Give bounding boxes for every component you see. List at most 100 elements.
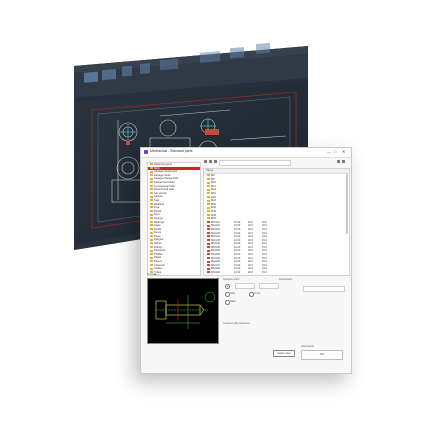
part-icon	[207, 249, 210, 252]
parameter-field[interactable]	[303, 286, 345, 292]
part-icon	[207, 264, 210, 267]
list-item-name: M10	[211, 181, 216, 185]
list-item-name: M10x20	[211, 227, 220, 231]
folder-icon	[207, 206, 210, 209]
tree-item-label: Angles	[154, 267, 162, 271]
top-value-field[interactable]	[235, 283, 255, 289]
list-item-name: M30	[211, 202, 216, 206]
list-item-name: M10x16	[211, 224, 220, 228]
list-item-name: M14	[211, 188, 216, 192]
list-item-name: M10x55	[211, 253, 220, 257]
folder-icon	[207, 217, 210, 220]
folder-icon	[207, 174, 210, 177]
part-icon	[207, 231, 210, 234]
part-icon	[207, 228, 210, 231]
tree-item-label: Nuts	[154, 198, 160, 202]
insertion-point-label: Insertion point	[223, 278, 240, 281]
list-item-value: 10.00	[234, 271, 241, 275]
tree-item-label: Valves	[154, 242, 162, 246]
folder-icon	[150, 235, 153, 238]
folder-icon	[150, 267, 153, 270]
category-tree[interactable]: Fastening parts Bolts Hexagon head bolts He…	[147, 162, 201, 276]
maximize-button[interactable]: □	[334, 149, 336, 154]
list-item-value: 20.0	[248, 271, 253, 275]
list-item-name: M10x40	[211, 242, 220, 246]
list-item-name: M10x70	[211, 263, 220, 267]
view-list-icon[interactable]	[337, 160, 340, 163]
list-item-name: M10x65	[211, 260, 220, 264]
folder-icon	[150, 260, 153, 263]
tree-item-label: Pins	[154, 206, 160, 210]
tree-item-label: Plates	[154, 256, 162, 260]
folder-icon	[150, 184, 153, 187]
back-icon[interactable]	[204, 160, 207, 163]
folder-icon	[150, 163, 153, 166]
list-item-name: M10x25	[211, 231, 220, 235]
folder-icon	[150, 181, 153, 184]
standard-parts-dialog: Mechanical - Standard parts — □ ✕ Fasten…	[140, 147, 352, 374]
folder-icon	[150, 174, 153, 177]
part-icon	[207, 221, 210, 224]
list-item-name: M10x90	[211, 271, 220, 275]
folder-icon	[207, 210, 210, 213]
list-item-name: M12	[211, 184, 216, 188]
insert-more-button[interactable]: Insert more	[273, 350, 295, 357]
folder-icon	[150, 256, 153, 259]
list-item-name: M8	[211, 177, 215, 181]
list-item[interactable]: M10x90 10.00 20.0 15.0	[204, 271, 349, 275]
list-item-name: M24	[211, 199, 216, 203]
list-item-name: M20	[211, 195, 216, 199]
folder-icon	[150, 249, 153, 252]
radio-front-label: Front	[254, 292, 261, 295]
connect-label: Connect with reference	[223, 322, 250, 325]
list-item-name: M10x12	[211, 220, 220, 224]
app-logo-icon	[144, 150, 148, 154]
list-item-value: 15.0	[262, 271, 267, 275]
folder-icon	[150, 188, 153, 191]
folder-icon	[207, 203, 210, 206]
folder-icon	[150, 242, 153, 245]
list-item-name: M10x30	[211, 235, 220, 239]
ok-button[interactable]: OK	[301, 350, 343, 360]
part-icon	[207, 246, 210, 249]
list-item-name: M10x35	[211, 238, 220, 242]
folder-icon	[207, 199, 210, 202]
part-icon	[207, 242, 210, 245]
folder-icon	[207, 181, 210, 184]
close-button[interactable]: ✕	[342, 149, 345, 154]
folder-icon	[150, 217, 153, 220]
folder-icon	[150, 177, 153, 180]
parts-list[interactable]: Name M6 M8 M10 M12 M14 M16 M20 M24 M30 M36 M42 M48 M…	[203, 168, 350, 276]
folder-icon	[150, 202, 153, 205]
part-icon	[207, 271, 210, 274]
up-icon[interactable]	[214, 160, 217, 163]
tree-item-label: Beams	[154, 260, 163, 264]
minimize-button[interactable]: —	[327, 149, 331, 154]
tree-item-label: Round head bolts	[154, 188, 175, 192]
folder-icon	[207, 177, 210, 180]
tree-item-label: Socket head bolts	[154, 180, 175, 184]
folder-icon	[150, 213, 153, 216]
part-icon	[207, 235, 210, 238]
radio-back-label: Back	[230, 300, 236, 303]
part-icon	[207, 224, 210, 227]
tree-item-label: Screws	[154, 195, 163, 199]
dialog-toolbar	[203, 159, 349, 166]
tree-item-label: Springs	[154, 216, 163, 220]
side-value-field[interactable]	[259, 283, 279, 289]
folder-icon	[150, 210, 153, 213]
part-icon	[207, 257, 210, 259]
dialog-title: Mechanical - Standard parts	[150, 149, 193, 153]
list-item-name: M48	[211, 213, 216, 217]
list-scrollbar[interactable]	[346, 174, 348, 234]
preview-label: Preview	[147, 273, 157, 276]
forward-icon[interactable]	[209, 160, 212, 163]
radio-top[interactable]	[225, 284, 230, 289]
folder-icon	[150, 228, 153, 230]
folder-icon	[207, 213, 210, 216]
list-item-name: M10x60	[211, 256, 220, 260]
search-input[interactable]	[219, 160, 291, 166]
folder-icon	[150, 166, 153, 169]
folder-icon	[150, 192, 153, 195]
view-grid-icon[interactable]	[342, 160, 345, 163]
